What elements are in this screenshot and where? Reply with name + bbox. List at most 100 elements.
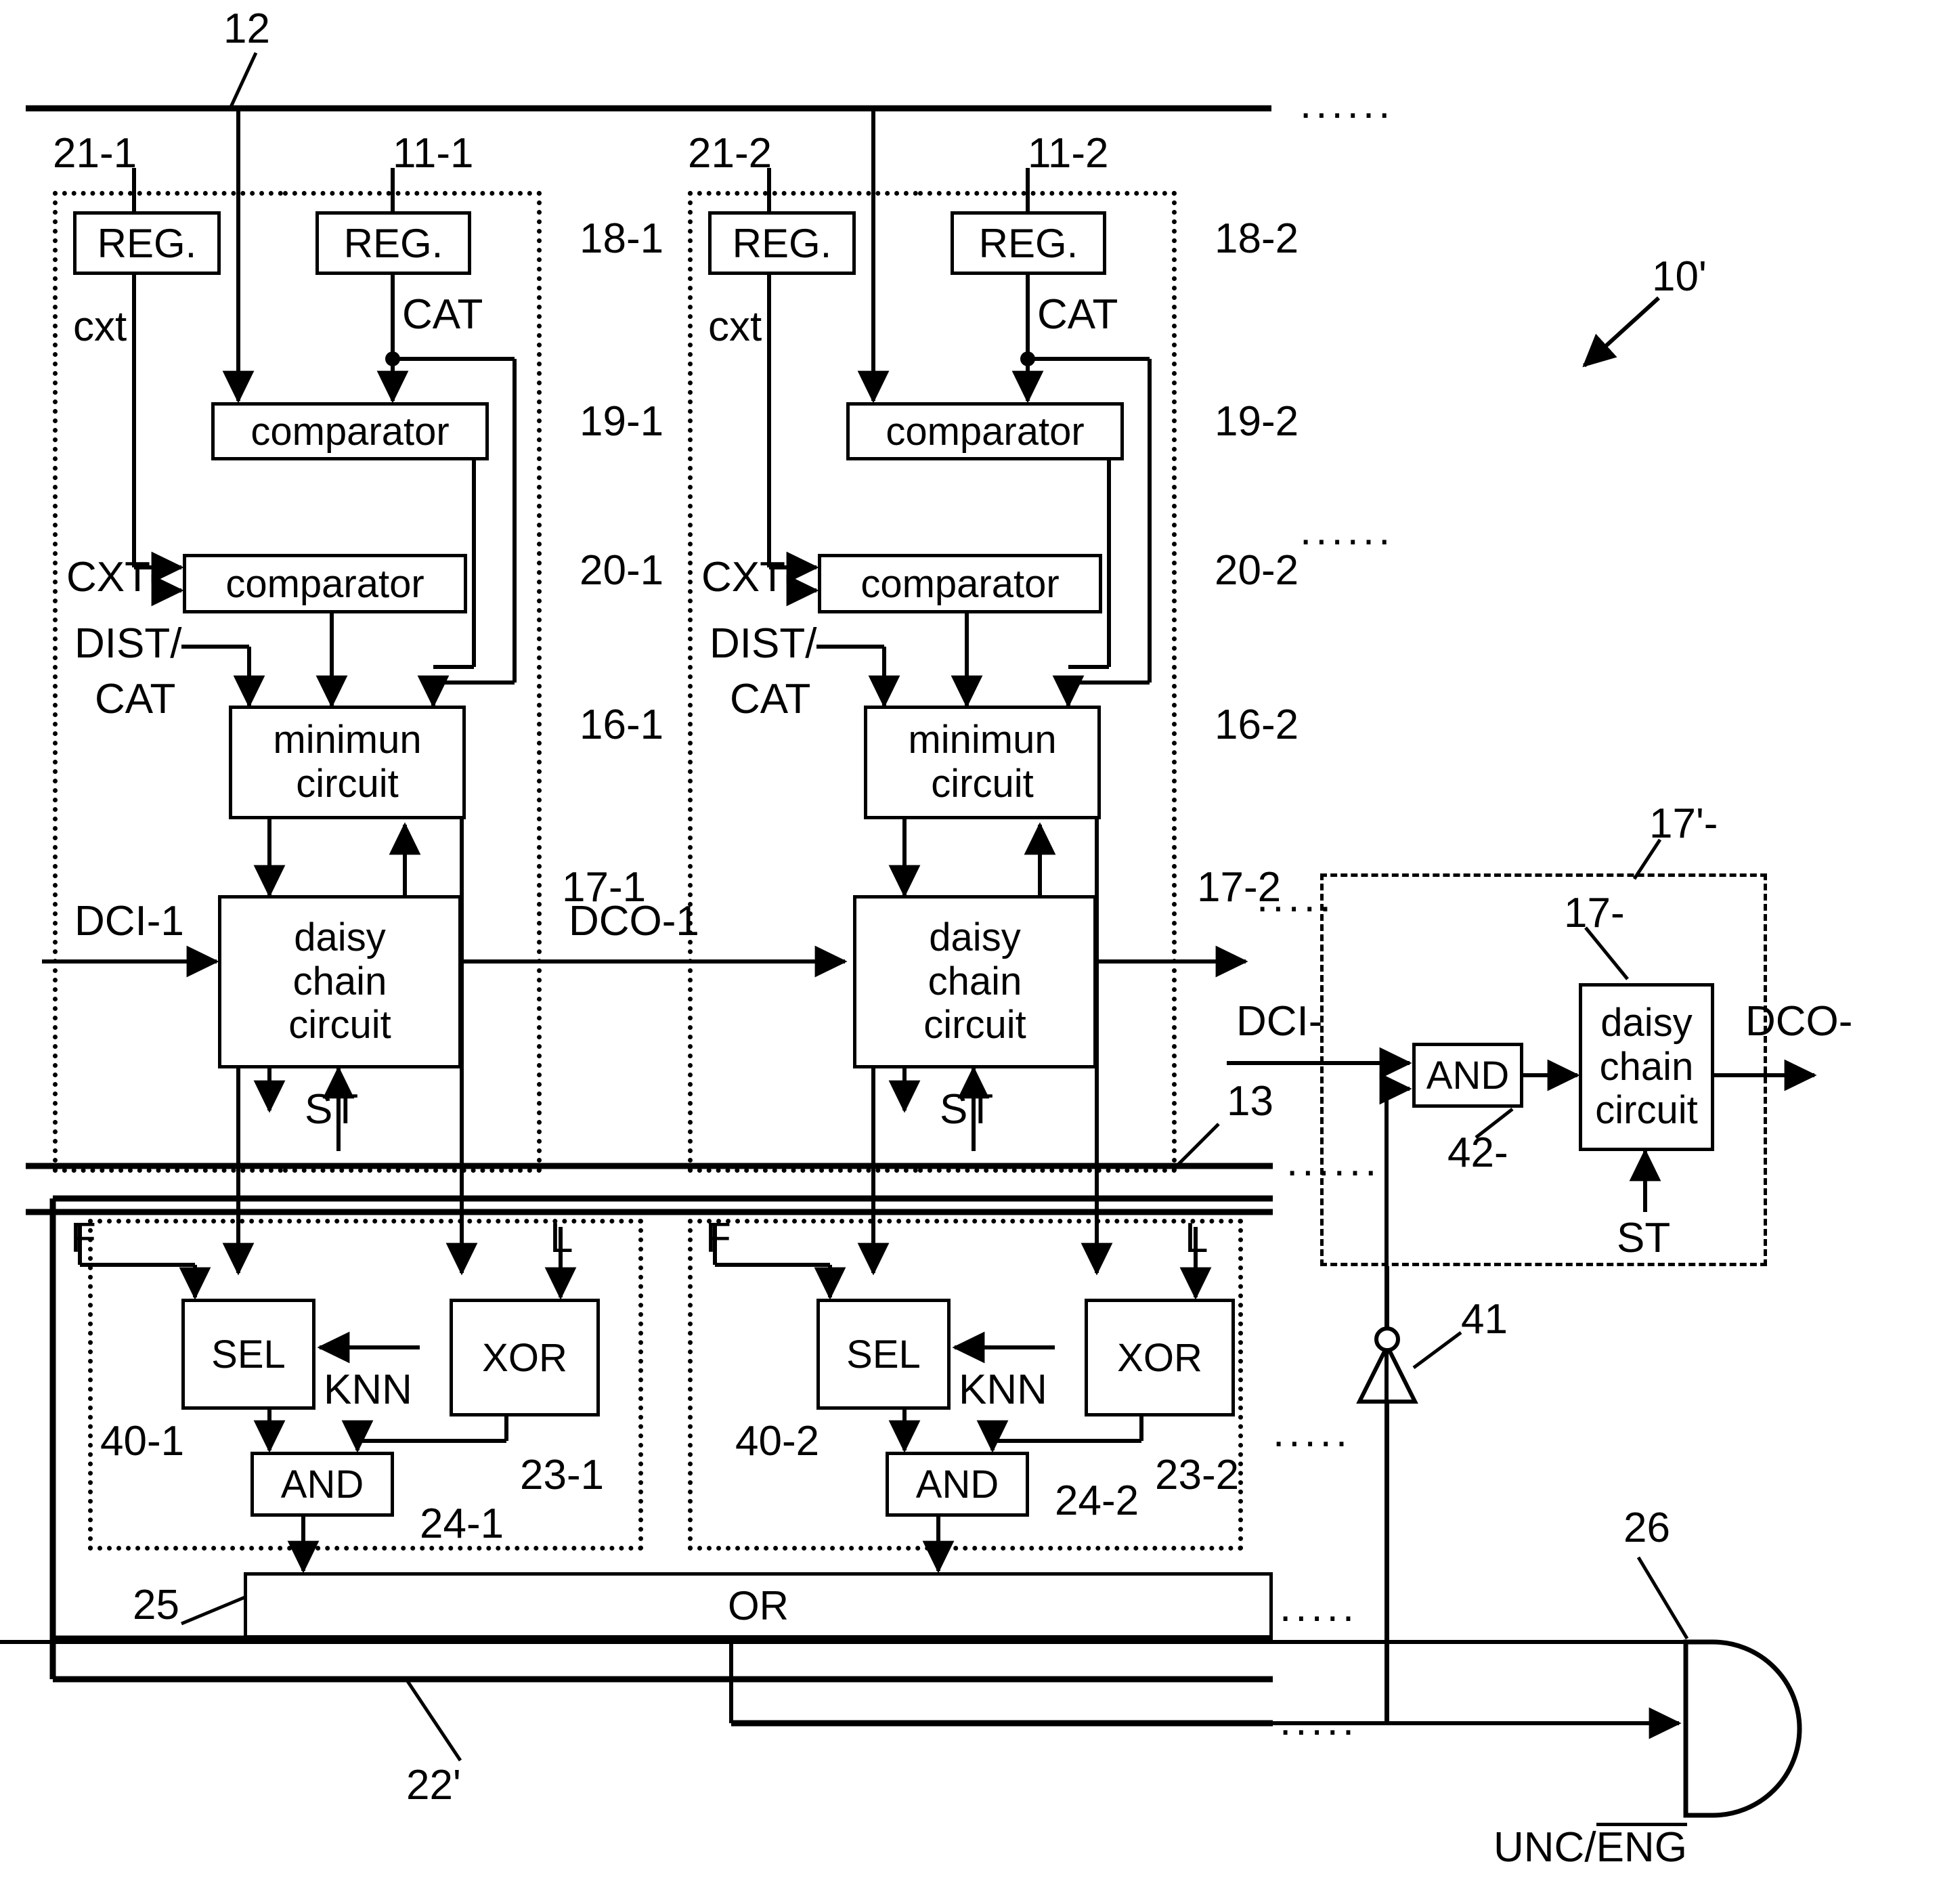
ref-20-1: 20-1: [580, 547, 664, 594]
signal-dist-cat-2-line2: CAT: [730, 676, 811, 722]
signal-f-2: F: [705, 1215, 731, 1261]
daisy-chain-circuit-2-line1: daisy: [929, 915, 1021, 959]
signal-dist-cat-2-line1: DIST/: [710, 620, 817, 667]
ellipsis-or-out: .....: [1280, 1697, 1359, 1744]
and-gate-1-label: AND: [280, 1462, 364, 1507]
comparator-bottom-2-label: comparator: [860, 561, 1060, 606]
register-cxt-2[interactable]: REG.: [708, 211, 856, 275]
minimum-circuit-1[interactable]: minimun circuit: [229, 706, 466, 819]
ellipsis-bus-12: ......: [1300, 81, 1395, 127]
ref-18-1: 18-1: [580, 215, 664, 262]
ellipsis-bus-13: ......: [1286, 1138, 1381, 1185]
signal-st-1: ST: [305, 1086, 359, 1133]
daisy-chain-circuit-1-line3: circuit: [288, 1003, 391, 1047]
comparator-top-1-label: comparator: [250, 409, 450, 454]
global-daisy-line3: circuit: [1595, 1088, 1698, 1133]
ref-bus-12: 12: [223, 5, 270, 52]
global-and-gate-label: AND: [1426, 1053, 1510, 1098]
ref-11-2: 11-2: [1028, 130, 1109, 177]
output-signal-overbar: ENG: [1596, 1823, 1687, 1871]
register-cxt-1[interactable]: REG.: [73, 211, 221, 275]
minimum-circuit-1-label-line1: minimun: [273, 718, 422, 762]
register-cxt-2-label: REG.: [732, 220, 832, 266]
signal-cxt-2: cxt: [708, 303, 762, 350]
output-signal-label: UNC/ENG: [1493, 1823, 1687, 1869]
register-cat-2-label: REG.: [978, 220, 1078, 266]
signal-dist-cat-1-line2: CAT: [95, 676, 176, 722]
ref-or-leader: [181, 1595, 247, 1626]
and-gate-2[interactable]: AND: [886, 1452, 1029, 1517]
xor-gate-1[interactable]: XOR: [450, 1299, 600, 1416]
daisy-chain-circuit-1-line1: daisy: [294, 915, 386, 959]
ref-16-1: 16-1: [580, 701, 664, 748]
sel-gate-1-label: SEL: [211, 1332, 286, 1377]
daisy-chain-circuit-2-line3: circuit: [923, 1003, 1026, 1047]
and-gate-2-label: AND: [915, 1462, 999, 1507]
ref-or-25: 25: [133, 1582, 179, 1628]
signal-cxt-1: cxt: [73, 303, 127, 350]
ref-17-global-leader: [1584, 926, 1629, 980]
ellipsis-mid-right: ......: [1300, 507, 1395, 554]
register-cxt-1-label: REG.: [97, 220, 197, 266]
ref-17prime-leader: [1632, 838, 1662, 880]
ref-23-2: 23-2: [1155, 1452, 1240, 1498]
ref-19-2: 19-2: [1215, 398, 1299, 445]
daisy-chain-circuit-1-line2: chain: [292, 959, 387, 1003]
minimum-circuit-1-label-line2: circuit: [296, 762, 399, 806]
ref-42-leader: [1475, 1108, 1514, 1139]
signal-dist-cat-1-line1: DIST/: [74, 620, 182, 667]
global-daisy-line2: chain: [1599, 1044, 1694, 1089]
output-signal-prefix: UNC/: [1493, 1824, 1596, 1871]
signal-cxt-input-1: CXT: [66, 554, 150, 601]
signal-knn-2: KNN: [959, 1366, 1047, 1413]
ref-inverter-41: 41: [1461, 1296, 1508, 1343]
comparator-top-2[interactable]: comparator: [846, 402, 1124, 460]
ellipsis-knn-right: .....: [1273, 1409, 1352, 1456]
global-daisy-chain-circuit[interactable]: daisy chain circuit: [1579, 983, 1714, 1151]
comparator-bottom-1-label: comparator: [225, 561, 424, 606]
ref-23-1: 23-1: [520, 1452, 605, 1498]
register-cat-2[interactable]: REG.: [951, 211, 1106, 275]
ref-40-1: 40-1: [100, 1418, 185, 1465]
comparator-top-2-label: comparator: [886, 409, 1085, 454]
sel-gate-2-label: SEL: [846, 1332, 921, 1377]
ref-24-2: 24-2: [1055, 1477, 1139, 1524]
signal-knn-1: KNN: [324, 1366, 412, 1413]
minimum-circuit-2-label-line2: circuit: [931, 762, 1034, 806]
ref-24-1: 24-1: [420, 1500, 504, 1547]
global-daisy-line1: daisy: [1600, 1000, 1693, 1045]
comparator-bottom-2[interactable]: comparator: [818, 554, 1102, 613]
signal-cxt-input-2: CXT: [701, 554, 785, 601]
daisy-chain-circuit-2-line2: chain: [928, 959, 1022, 1003]
signal-dci-global: DCI-: [1236, 998, 1323, 1045]
daisy-chain-circuit-1[interactable]: daisy chain circuit: [218, 895, 462, 1068]
ellipsis-or-right: .....: [1280, 1584, 1359, 1630]
daisy-chain-circuit-2[interactable]: daisy chain circuit: [853, 895, 1097, 1068]
or-block[interactable]: OR: [244, 1572, 1273, 1639]
and-gate-1[interactable]: AND: [250, 1452, 394, 1517]
signal-st-2: ST: [940, 1086, 994, 1133]
sel-gate-2[interactable]: SEL: [816, 1299, 951, 1410]
register-cat-1-label: REG.: [343, 220, 443, 266]
signal-dco-global: DCO-: [1745, 998, 1853, 1045]
register-cat-1[interactable]: REG.: [315, 211, 471, 275]
minimum-circuit-2-label-line1: minimun: [908, 718, 1057, 762]
sel-gate-1[interactable]: SEL: [181, 1299, 315, 1410]
ref-11-1: 11-1: [393, 130, 474, 177]
xor-gate-2[interactable]: XOR: [1085, 1299, 1235, 1416]
ref-16-2: 16-2: [1215, 701, 1299, 748]
comparator-top-1[interactable]: comparator: [211, 402, 489, 460]
ref-19-1: 19-1: [580, 398, 664, 445]
signal-dci-1: DCI-1: [74, 898, 184, 945]
signal-dco-1: DCO-1: [569, 898, 699, 945]
ref-main-leader-arrow: [1582, 296, 1661, 368]
signal-l-1: L: [550, 1215, 573, 1261]
ref-20-2: 20-2: [1215, 547, 1299, 594]
signal-f-1: F: [70, 1215, 96, 1261]
comparator-bottom-1[interactable]: comparator: [183, 554, 467, 613]
signal-st-global: ST: [1617, 1215, 1671, 1261]
xor-gate-1-label: XOR: [482, 1335, 567, 1380]
minimum-circuit-2[interactable]: minimun circuit: [864, 706, 1101, 819]
global-and-gate[interactable]: AND: [1412, 1043, 1523, 1108]
signal-cat-1: CAT: [402, 291, 483, 338]
